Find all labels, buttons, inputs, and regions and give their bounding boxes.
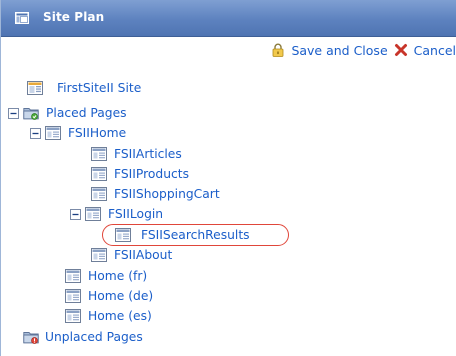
page-icon [91, 147, 107, 161]
site-icon [27, 81, 43, 95]
tree-node-placed-pages[interactable]: Placed Pages [8, 104, 127, 122]
tree-node-label: Unplaced Pages [45, 330, 143, 344]
tree-node-fsiisearchresults[interactable]: FSIISearchResults [115, 226, 250, 244]
page-icon [45, 126, 61, 140]
site-plan-panel: Site Plan Save and Close Cancel FirstSit… [0, 0, 456, 356]
tree-node-label: FSIIHome [68, 126, 127, 140]
page-icon [65, 289, 81, 303]
lock-icon [273, 43, 284, 57]
title-bar: Site Plan [1, 0, 456, 37]
tree-node-label: FSIISearchResults [141, 228, 250, 242]
tree-node-label: FSIIProducts [114, 167, 190, 181]
page-icon [91, 187, 107, 201]
tree-node-fsiilogin[interactable]: FSIILogin [70, 205, 163, 223]
tree-node-home-es[interactable]: Home (es) [65, 307, 152, 325]
tree-node-label: Home (de) [88, 289, 154, 303]
page-icon [65, 269, 81, 283]
page-icon [91, 248, 107, 262]
tree-node-fsiishoppingcart[interactable]: FSIIShoppingCart [91, 185, 220, 203]
folder-alert-icon [23, 332, 39, 344]
collapse-icon[interactable] [70, 208, 81, 220]
tree-node-home-fr[interactable]: Home (fr) [65, 267, 147, 285]
tree-node-home-de[interactable]: Home (de) [65, 287, 153, 305]
tree-node-label: FSIIArticles [114, 147, 182, 161]
tree-node-site[interactable]: FirstSiteII Site [27, 79, 141, 97]
save-and-close-label: Save and Close [291, 42, 388, 58]
tree-node-label: FSIIAbout [114, 248, 173, 262]
red-x-icon [394, 44, 407, 56]
page-icon [65, 309, 81, 323]
collapse-icon[interactable] [30, 127, 41, 139]
tree-node-fsiiproducts[interactable]: FSIIProducts [91, 165, 189, 183]
page-icon [91, 167, 107, 181]
tree-node-label: Home (es) [88, 309, 152, 323]
folder-icon [23, 108, 39, 120]
tree-node-label: FSIIShoppingCart [114, 187, 220, 201]
page-icon [115, 228, 131, 242]
panel-title: Site Plan [43, 10, 105, 24]
toolbar: Save and Close Cancel [271, 40, 456, 60]
tree-node-unplaced-pages[interactable]: Unplaced Pages [23, 328, 143, 346]
cancel-label: Cancel [413, 42, 456, 58]
tree-node-label: FirstSiteII Site [57, 81, 142, 95]
site-plan-icon [15, 12, 29, 24]
tree-node-fsiihome[interactable]: FSIIHome [30, 124, 126, 142]
save-and-close-button[interactable]: Save and Close [271, 42, 388, 58]
page-icon [85, 207, 101, 221]
tree-node-label: Home (fr) [88, 269, 148, 283]
tree-node-label: Placed Pages [46, 106, 127, 120]
tree-node-fsiiabout[interactable]: FSIIAbout [91, 246, 172, 264]
cancel-button[interactable]: Cancel [394, 43, 456, 58]
tree-node-fsiiarticles[interactable]: FSIIArticles [91, 145, 182, 163]
collapse-icon[interactable] [8, 107, 19, 119]
tree-node-label: FSIILogin [108, 207, 164, 221]
